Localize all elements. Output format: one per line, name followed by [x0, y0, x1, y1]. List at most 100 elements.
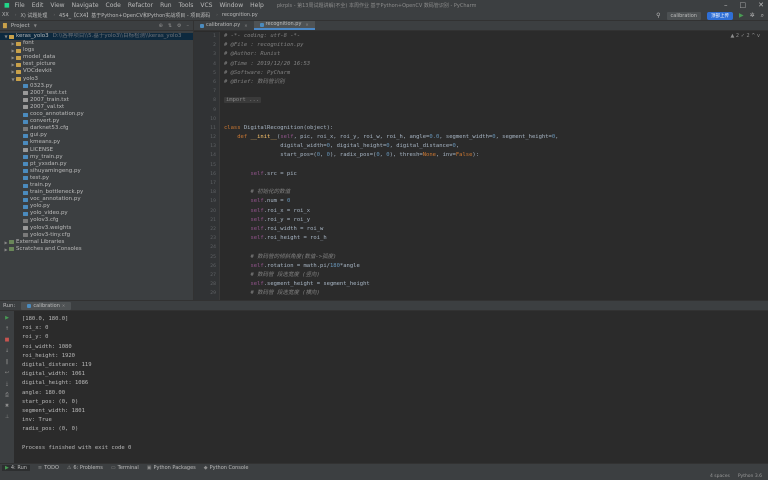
menu-item-view[interactable]: View — [50, 2, 64, 9]
tree-item[interactable]: pt_yxsdan.py — [0, 161, 193, 168]
search-icon[interactable]: ⌕ — [761, 12, 764, 20]
tree-item[interactable]: 2007_train.txt — [0, 97, 193, 104]
debug-icon[interactable]: ✲ — [750, 12, 755, 19]
project-panel-title[interactable]: Project — [11, 23, 30, 29]
close-icon[interactable]: ✕ — [758, 1, 764, 9]
tree-item[interactable]: ▶ Scratches and Consoles — [0, 246, 193, 253]
tree-item[interactable]: ▶ font — [0, 40, 193, 47]
menu-item-tools[interactable]: Tools — [179, 2, 194, 9]
python-file-icon — [23, 155, 28, 160]
tree-item[interactable]: yolov3.cfg — [0, 217, 193, 224]
tree-item[interactable]: darknet53.cfg — [0, 125, 193, 132]
tree-item[interactable]: train_bottleneck.py — [0, 189, 193, 196]
trash-icon[interactable]: ✖ — [5, 403, 9, 410]
tree-item-label: 2007_train.txt — [30, 96, 69, 103]
run-icon[interactable]: ▶ — [739, 12, 744, 19]
editor-tab[interactable]: calibration.py ✕ — [194, 21, 254, 30]
upload-badge[interactable]: 顶部上传 — [706, 11, 733, 20]
tree-item[interactable]: 0323.py — [0, 83, 193, 90]
arrow-down-icon[interactable]: ↓ — [5, 348, 9, 355]
code-line: # 数码管的倾斜角度(数值->弧度) — [224, 253, 764, 262]
tree-item[interactable]: yolo.py — [0, 203, 193, 210]
stop-icon[interactable]: ■ — [5, 337, 10, 344]
tree-item[interactable]: ▼ yolo3 — [0, 76, 193, 83]
tree-item[interactable]: train.py — [0, 182, 193, 189]
tree-item[interactable]: ▶ logs — [0, 47, 193, 54]
maximize-icon[interactable]: □ — [740, 1, 747, 9]
console-output[interactable]: [180.0, 180.0] roi_x: 0 roi_y: 0 roi_width:… — [22, 315, 762, 461]
menu-item-file[interactable]: File — [15, 2, 25, 9]
chevron-down-icon[interactable]: ▼ — [34, 23, 37, 28]
python-file-icon — [259, 22, 264, 27]
console-line: digital_distance: 119 — [22, 361, 92, 368]
code-area[interactable]: # -*- coding: utf-8 -*- # @File : recogni… — [224, 32, 764, 300]
run-tab[interactable]: calibration ✕ — [21, 301, 72, 310]
pause-icon[interactable]: ‖ — [6, 359, 9, 366]
tree-item[interactable]: LICENSE — [0, 147, 193, 154]
tree-item[interactable]: yolo_video.py — [0, 210, 193, 217]
tree-item[interactable]: ▶ External Libraries — [0, 239, 193, 246]
status-item[interactable]: 4 spaces — [710, 474, 730, 479]
tree-item[interactable]: ▶ VOCdevkit — [0, 68, 193, 75]
print-icon[interactable]: ⎙ — [5, 392, 9, 399]
menu-item-help[interactable]: Help — [250, 2, 264, 9]
tree-item-label: test.py — [30, 174, 50, 181]
status-item[interactable]: Python 3.6 — [738, 474, 762, 479]
tool-window-6-problems[interactable]: ⚠ 6: Problems — [67, 465, 103, 471]
close-icon[interactable]: ✕ — [305, 20, 308, 29]
minimize-icon[interactable]: – — [724, 1, 728, 9]
menu-item-vcs[interactable]: VCS — [200, 2, 212, 9]
tool-window-python-console[interactable]: ◆ Python Console — [204, 465, 249, 471]
run-config-select[interactable]: calibration — [666, 11, 701, 20]
tree-item[interactable]: yolov3-tiny.cfg — [0, 232, 193, 239]
tree-item[interactable]: ▼ keras_yolo3 D:\\各种项目\\5.基于yolo3\\目标检测\\k… — [0, 33, 193, 41]
scroll-end-icon[interactable]: ⤓ — [6, 381, 8, 388]
close-icon[interactable]: ✕ — [244, 21, 247, 30]
editor-tab-label: recognition.py — [265, 21, 302, 27]
tree-item[interactable]: coco_annotation.py — [0, 111, 193, 118]
user-icon[interactable]: ⚲ — [656, 12, 660, 19]
menu-item-edit[interactable]: Edit — [32, 2, 44, 9]
menu-item-refactor[interactable]: Refactor — [128, 2, 153, 9]
tree-item[interactable]: gui.py — [0, 132, 193, 139]
locate-icon[interactable]: ⊕ — [159, 23, 163, 29]
code-line: # @Software: PyCharm — [224, 69, 764, 78]
menu-item-window[interactable]: Window — [219, 2, 243, 9]
tree-item[interactable]: convert.py — [0, 118, 193, 125]
tool-window-todo[interactable]: ≡ TODO — [38, 465, 59, 471]
gear-icon[interactable]: ⚙ — [177, 23, 181, 29]
breadcrumb-item[interactable]: 454_【CX4】基于Python+OpenCV和Python实战项目 - 项目… — [59, 12, 210, 19]
menu-item-run[interactable]: Run — [160, 2, 172, 9]
close-icon[interactable]: ✕ — [62, 302, 65, 310]
tree-item-label: 2007_val.txt — [30, 103, 65, 110]
tree-item[interactable]: my_train.py — [0, 154, 193, 161]
wrap-icon[interactable]: ↩ — [5, 370, 9, 377]
tool-window-python-packages[interactable]: ▣ Python Packages — [147, 465, 196, 471]
breadcrumb-item[interactable]: XX — [2, 12, 9, 19]
tree-item[interactable]: test.py — [0, 175, 193, 182]
tool-window-terminal[interactable]: ▭ Terminal — [111, 465, 139, 471]
menu-item-code[interactable]: Code — [106, 2, 121, 9]
code-token: self — [250, 207, 264, 214]
breadcrumb-item[interactable]: recognition.py — [222, 12, 258, 19]
rerun-icon[interactable]: ▶ — [5, 315, 9, 322]
collapse-icon[interactable]: ⇅ — [168, 23, 172, 29]
editor-tab[interactable]: recognition.py ✕ — [253, 20, 315, 30]
tree-item[interactable]: kmeans.py — [0, 139, 193, 146]
tree-item[interactable]: ▶ test_picture — [0, 61, 193, 68]
tree-item[interactable]: voc_annotation.py — [0, 196, 193, 203]
menu-item-navigate[interactable]: Navigate — [72, 2, 99, 9]
python-file-icon — [23, 197, 28, 202]
tree-item[interactable]: ▶ model_data — [0, 54, 193, 61]
hide-icon[interactable]: – — [187, 23, 190, 29]
arrow-up-icon[interactable]: ↑ — [5, 326, 9, 333]
pin-icon[interactable]: ⊥ — [5, 414, 9, 421]
tree-item[interactable]: sihuyamingeng.py — [0, 168, 193, 175]
breadcrumb-item[interactable]: X) 试题处理 — [20, 12, 47, 19]
tree-item[interactable]: yolov3.weights — [0, 225, 193, 232]
tree-item[interactable]: 2007_val.txt — [0, 104, 193, 111]
tool-window-4-run[interactable]: ▶ 4: Run — [2, 465, 30, 471]
tree-item[interactable]: 2007_test.txt — [0, 90, 193, 97]
